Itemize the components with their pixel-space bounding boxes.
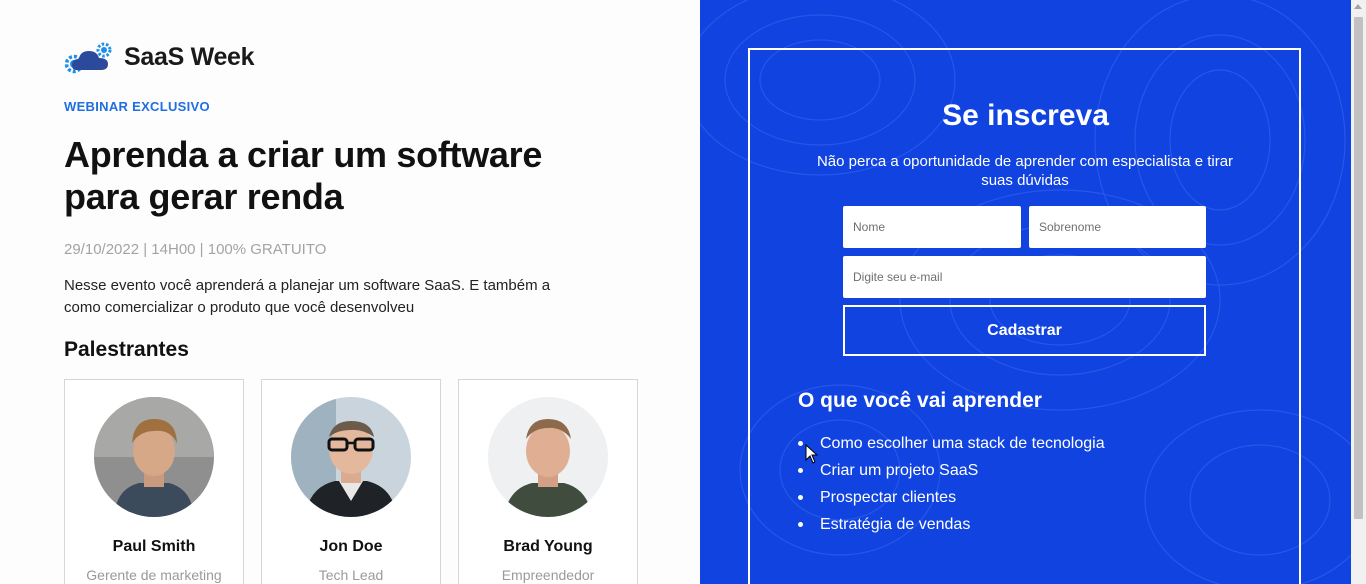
learn-list: Como escolher uma stack de tecnologia Cr…: [798, 430, 1105, 538]
signup-panel: Se inscreva Não perca a oportunidade de …: [700, 0, 1351, 584]
event-meta: 29/10/2022 | 14H00 | 100% GRATUITO: [64, 241, 327, 258]
page-title: Aprenda a criar um software para gerar r…: [64, 134, 543, 217]
scrollbar-thumb[interactable]: [1354, 17, 1363, 519]
signup-subtitle: Não perca a oportunidade de aprender com…: [816, 153, 1234, 189]
speaker-card-jon-doe: Jon Doe Tech Lead: [261, 379, 441, 584]
scroll-up-icon[interactable]: [1354, 4, 1362, 9]
mouse-pointer-icon: [805, 444, 819, 464]
speaker-card-brad-young: Brad Young Empreendedor: [458, 379, 638, 584]
page-scrollbar[interactable]: [1351, 0, 1366, 584]
list-item-label: Prospectar clientes: [820, 488, 957, 506]
list-item: Como escolher uma stack de tecnologia: [798, 430, 1105, 457]
bullet-icon: [798, 522, 803, 527]
bullet-icon: [798, 468, 803, 473]
brand-logo[interactable]: SaaS Week: [64, 40, 255, 74]
signup-title: Se inscreva: [942, 99, 1109, 132]
speaker-photo: [94, 397, 214, 517]
speaker-role: Tech Lead: [318, 567, 384, 583]
list-item-label: Estratégia de vendas: [820, 515, 971, 533]
speaker-name: Brad Young: [503, 538, 593, 555]
hero-section: SaaS Week WEBINAR EXCLUSIVO Aprenda a cr…: [0, 0, 700, 584]
learn-heading: O que você vai aprender: [798, 389, 1042, 412]
list-item: Criar um projeto SaaS: [798, 457, 1105, 484]
email-input[interactable]: [843, 256, 1206, 298]
event-eyebrow: WEBINAR EXCLUSIVO: [64, 99, 210, 114]
cloud-gear-icon: [64, 42, 112, 74]
list-item: Prospectar clientes: [798, 484, 1105, 511]
speaker-cards: Paul Smith Gerente de marketing Jon Doe …: [64, 379, 638, 584]
speaker-role: Empreendedor: [501, 567, 595, 583]
list-item-label: Como escolher uma stack de tecnologia: [820, 434, 1105, 452]
list-item: Estratégia de vendas: [798, 511, 1105, 538]
brand-name: SaaS Week: [124, 42, 255, 71]
speaker-name: Jon Doe: [319, 538, 383, 555]
event-description: Nesse evento você aprenderá a planejar u…: [64, 277, 551, 316]
speaker-name: Paul Smith: [112, 538, 196, 555]
submit-button[interactable]: Cadastrar: [843, 305, 1206, 356]
bullet-icon: [798, 495, 803, 500]
speaker-photo: [291, 397, 411, 517]
speaker-photo: [488, 397, 608, 517]
bullet-icon: [798, 441, 803, 446]
speaker-role: Gerente de marketing: [86, 567, 222, 583]
speakers-heading: Palestrantes: [64, 338, 189, 361]
first-name-input[interactable]: [843, 206, 1021, 248]
list-item-label: Criar um projeto SaaS: [820, 461, 979, 479]
speaker-card-paul-smith: Paul Smith Gerente de marketing: [64, 379, 244, 584]
last-name-input[interactable]: [1029, 206, 1206, 248]
